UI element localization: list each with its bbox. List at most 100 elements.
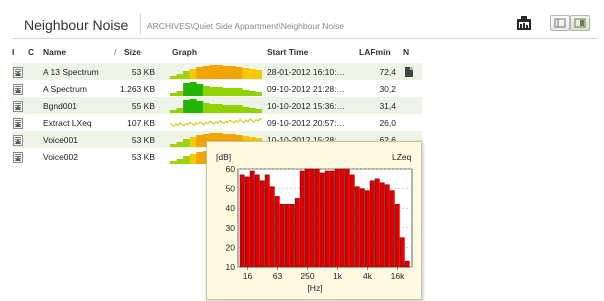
table-row[interactable]: A 13 Spectrum 53 KB 28-01-2012 16:10:… 72,4 bbox=[12, 63, 422, 80]
column-header-graph[interactable]: Graph bbox=[172, 47, 197, 57]
view-detail-icon bbox=[574, 18, 586, 28]
spectrum-bar bbox=[284, 204, 290, 268]
thumbnail-bar bbox=[248, 69, 256, 79]
column-header-lafmin[interactable]: LAFmin bbox=[359, 47, 391, 57]
spectrum-bar bbox=[344, 168, 350, 268]
row-graph-thumbnail bbox=[170, 65, 262, 79]
spectrum-bar bbox=[369, 180, 375, 268]
row-size: 53 KB bbox=[131, 67, 155, 77]
x-tick-label: 4k bbox=[363, 271, 373, 281]
thumbnail-bar bbox=[196, 152, 204, 164]
row-graph-thumbnail bbox=[170, 82, 262, 96]
profile-line bbox=[170, 117, 262, 128]
note-icon[interactable] bbox=[405, 67, 413, 77]
thumbnail-bar bbox=[176, 74, 184, 79]
thumbnail-bar bbox=[176, 91, 184, 96]
table-row[interactable]: Bgnd001 55 KB 10-10-2012 15:36:… 31,4 bbox=[12, 97, 422, 114]
spectrum-bar bbox=[289, 204, 295, 268]
y-tick-label: 50 bbox=[226, 184, 236, 194]
page-title: Neighbour Noise bbox=[24, 17, 129, 33]
file-type-icon bbox=[13, 135, 23, 146]
spectrum-bar bbox=[324, 170, 330, 268]
spectrum-bar bbox=[319, 172, 325, 268]
spectrum-bar bbox=[329, 170, 335, 268]
thumbnail-bar bbox=[170, 110, 177, 113]
row-start-time: 09-10-2012 20:57:… bbox=[267, 118, 345, 128]
breadcrumb[interactable]: ARCHIVES\Quiet Side Appartment\Neighbour… bbox=[147, 21, 344, 31]
y-tick-label: 60 bbox=[226, 164, 236, 174]
thumbnail-bar bbox=[189, 99, 197, 113]
y-axis-unit-label: [dB] bbox=[216, 152, 231, 162]
sort-indicator: / bbox=[114, 47, 117, 57]
view-list-icon bbox=[554, 18, 566, 28]
thumbnail-bar bbox=[202, 103, 210, 113]
x-tick-label: 63 bbox=[273, 271, 283, 281]
thumbnail-bar bbox=[248, 91, 256, 96]
spectrum-bar bbox=[254, 174, 260, 268]
file-type-icon bbox=[13, 67, 23, 78]
column-header-name[interactable]: Name bbox=[43, 47, 66, 57]
row-start-time: 09-10-2012 21:28:… bbox=[267, 84, 345, 94]
header-bar: Neighbour Noise ARCHIVES\Quiet Side Appa… bbox=[12, 10, 598, 39]
spectrum-bar bbox=[269, 186, 275, 268]
spectrum-bar bbox=[314, 168, 320, 268]
thumbnail-bar bbox=[209, 104, 217, 113]
column-header-i[interactable]: I bbox=[12, 47, 14, 57]
thumbnail-bar bbox=[170, 144, 177, 147]
thumbnail-bar bbox=[229, 66, 236, 79]
spectrum-bar bbox=[334, 168, 340, 268]
thumbnail-bar bbox=[170, 161, 177, 164]
spectrum-bar bbox=[379, 182, 385, 268]
thumbnail-bar bbox=[216, 65, 223, 79]
table-row[interactable]: Extract LXeq 107 KB 09-10-2012 20:57:… 26,0 bbox=[12, 114, 422, 131]
thumbnail-bar bbox=[196, 84, 204, 96]
thumbnail-bar bbox=[229, 105, 236, 113]
title-divider bbox=[140, 14, 141, 34]
series-label: LZeq bbox=[392, 152, 412, 162]
thumbnail-bar bbox=[183, 83, 190, 96]
row-lafmin: 26,0 bbox=[379, 118, 396, 128]
thumbnail-bar bbox=[242, 90, 250, 96]
thumbnail-bar bbox=[176, 108, 184, 113]
spectrum-bar bbox=[304, 168, 310, 268]
thumbnail-bar bbox=[222, 88, 230, 96]
file-type-icon bbox=[13, 118, 23, 129]
row-size: 55 KB bbox=[131, 101, 155, 111]
spectrum-bar bbox=[384, 184, 390, 268]
table-header: I C Name / Size Graph Start Time LAFmin … bbox=[12, 46, 422, 60]
spectrum-bar bbox=[309, 168, 315, 268]
spectrum-chart: 10 20 30 40 50 60 16 63 250 1k 4k 16k [dB] LZeq [H… bbox=[216, 152, 413, 293]
row-lafmin: 72,4 bbox=[379, 67, 396, 77]
thumbnail-bar bbox=[255, 92, 262, 96]
column-header-start-time[interactable]: Start Time bbox=[267, 47, 308, 57]
x-tick-label: 16 bbox=[243, 271, 253, 281]
column-header-n[interactable]: N bbox=[403, 47, 409, 57]
row-size: 53 KB bbox=[131, 135, 155, 145]
thumbnail-bar bbox=[255, 70, 262, 79]
thumbnail-bar bbox=[183, 139, 190, 147]
spectrum-bar bbox=[244, 176, 250, 268]
thumbnail-bar bbox=[196, 67, 204, 79]
report-icon bbox=[517, 16, 531, 30]
y-tick-label: 20 bbox=[226, 242, 236, 252]
spectrum-bar bbox=[394, 204, 400, 268]
thumbnail-bar bbox=[196, 135, 204, 147]
thumbnail-bar bbox=[222, 105, 230, 113]
row-graph-thumbnail bbox=[170, 117, 262, 128]
thumbnail-bar bbox=[216, 104, 223, 113]
view-detail-button[interactable] bbox=[570, 15, 590, 31]
thumbnail-bar bbox=[242, 107, 250, 113]
table-row[interactable]: A Spectrum 1.263 KB 09-10-2012 21:28:… 30,2 bbox=[12, 80, 422, 97]
spectrum-bar bbox=[404, 260, 410, 268]
column-header-size[interactable]: Size bbox=[124, 47, 141, 57]
row-name: A 13 Spectrum bbox=[43, 67, 99, 77]
column-header-c[interactable]: C bbox=[28, 47, 34, 57]
spectrum-bar bbox=[354, 186, 360, 268]
x-tick-label: 16k bbox=[391, 271, 405, 281]
spectrum-bar bbox=[364, 190, 370, 268]
thumbnail-bar bbox=[189, 82, 197, 96]
thumbnail-bar bbox=[183, 71, 190, 79]
row-name: Voice002 bbox=[43, 152, 78, 162]
view-list-button[interactable] bbox=[550, 15, 570, 31]
report-button[interactable] bbox=[515, 14, 533, 32]
